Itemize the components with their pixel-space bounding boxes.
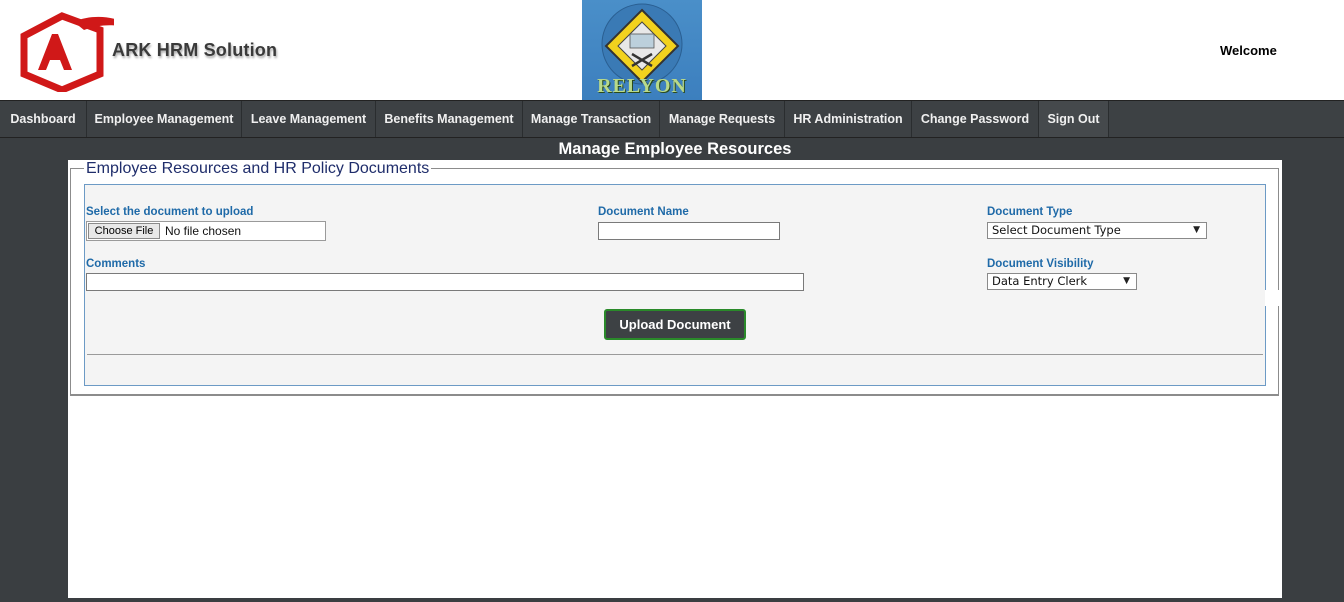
brand-name: ARK HRM Solution: [112, 40, 278, 60]
nav-item-dashboard[interactable]: Dashboard: [0, 101, 87, 137]
nav-item-hr-administration[interactable]: HR Administration: [785, 101, 912, 137]
nav-item-change-password[interactable]: Change Password: [912, 101, 1039, 137]
document-name-input[interactable]: [598, 222, 780, 240]
document-type-select[interactable]: Select Document Type ▼: [987, 222, 1207, 239]
comments-label: Comments: [86, 258, 146, 270]
relyon-text: RELYON: [597, 75, 687, 97]
panel-edge-gap: [1265, 290, 1279, 306]
nav-item-manage-requests[interactable]: Manage Requests: [660, 101, 785, 137]
welcome-text: Welcome: [1220, 43, 1277, 58]
document-type-selected: Select Document Type: [992, 223, 1121, 237]
nav-item-leave-management[interactable]: Leave Management: [242, 101, 376, 137]
relyon-logo: RELYON: [582, 0, 702, 100]
file-upload-input[interactable]: Choose File No file chosen: [86, 221, 326, 241]
fieldset-legend: Employee Resources and HR Policy Documen…: [84, 160, 432, 178]
header: ARK HRM Solution RELYON Welcome: [0, 0, 1344, 100]
divider: [87, 354, 1263, 355]
upload-label: Select the document to upload: [86, 206, 254, 218]
main-nav: Dashboard Employee Management Leave Mana…: [0, 100, 1344, 138]
visibility-select[interactable]: Data Entry Clerk ▼: [987, 273, 1137, 290]
visibility-label: Document Visibility: [987, 258, 1094, 270]
chevron-down-icon: ▼: [1193, 225, 1200, 235]
nav-item-employee-management[interactable]: Employee Management: [87, 101, 242, 137]
nav-item-manage-transaction[interactable]: Manage Transaction: [523, 101, 660, 137]
comments-input[interactable]: [86, 273, 804, 291]
page-title: Manage Employee Resources: [558, 140, 792, 158]
document-type-label: Document Type: [987, 206, 1073, 218]
choose-file-button[interactable]: Choose File: [88, 223, 160, 239]
nav-item-benefits-management[interactable]: Benefits Management: [376, 101, 523, 137]
chevron-down-icon: ▼: [1123, 276, 1130, 286]
ark-logo-icon: [20, 12, 128, 94]
nav-item-sign-out[interactable]: Sign Out: [1039, 101, 1109, 137]
upload-document-button[interactable]: Upload Document: [604, 309, 746, 340]
document-name-label: Document Name: [598, 206, 689, 218]
visibility-selected: Data Entry Clerk: [992, 274, 1088, 288]
file-status-text: No file chosen: [165, 224, 242, 238]
